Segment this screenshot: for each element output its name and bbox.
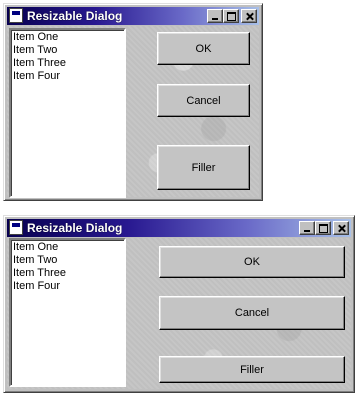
cancel-button[interactable]: Cancel (157, 84, 250, 117)
list-item[interactable]: Item Two (13, 254, 122, 267)
maximize-icon[interactable] (223, 9, 239, 23)
item-listbox[interactable]: Item One Item Two Item Three Item Four (9, 238, 126, 387)
list-item[interactable]: Item Three (13, 267, 122, 280)
resizable-dialog-small: Resizable Dialog Item One Item Two Item … (3, 3, 263, 201)
window-controls (299, 221, 349, 235)
title-bar[interactable]: Resizable Dialog (7, 7, 259, 25)
minimize-icon[interactable] (299, 221, 315, 235)
window-title: Resizable Dialog (27, 221, 123, 235)
close-icon[interactable] (241, 9, 257, 23)
list-item[interactable]: Item Four (13, 280, 122, 293)
resizable-dialog-large: Resizable Dialog Item One Item Two Item … (3, 215, 355, 393)
filler-button[interactable]: Filler (159, 356, 345, 383)
list-item[interactable]: Item Four (13, 70, 122, 83)
filler-button[interactable]: Filler (157, 145, 250, 190)
list-item[interactable]: Item One (13, 31, 122, 44)
app-icon[interactable] (9, 8, 23, 23)
ok-button[interactable]: OK (159, 246, 345, 278)
app-icon[interactable] (9, 220, 23, 235)
dialog-client-area: Item One Item Two Item Three Item Four O… (7, 26, 259, 198)
list-item[interactable]: Item One (13, 241, 122, 254)
window-title: Resizable Dialog (27, 9, 123, 23)
ok-button[interactable]: OK (157, 32, 250, 65)
dialog-client-area: Item One Item Two Item Three Item Four O… (7, 238, 351, 389)
maximize-icon[interactable] (315, 221, 331, 235)
close-icon[interactable] (333, 221, 349, 235)
list-item[interactable]: Item Three (13, 57, 122, 70)
item-listbox[interactable]: Item One Item Two Item Three Item Four (9, 28, 126, 198)
list-item[interactable]: Item Two (13, 44, 122, 57)
window-controls (207, 9, 257, 23)
cancel-button[interactable]: Cancel (159, 296, 345, 330)
minimize-icon[interactable] (207, 9, 223, 23)
title-bar[interactable]: Resizable Dialog (7, 219, 351, 237)
